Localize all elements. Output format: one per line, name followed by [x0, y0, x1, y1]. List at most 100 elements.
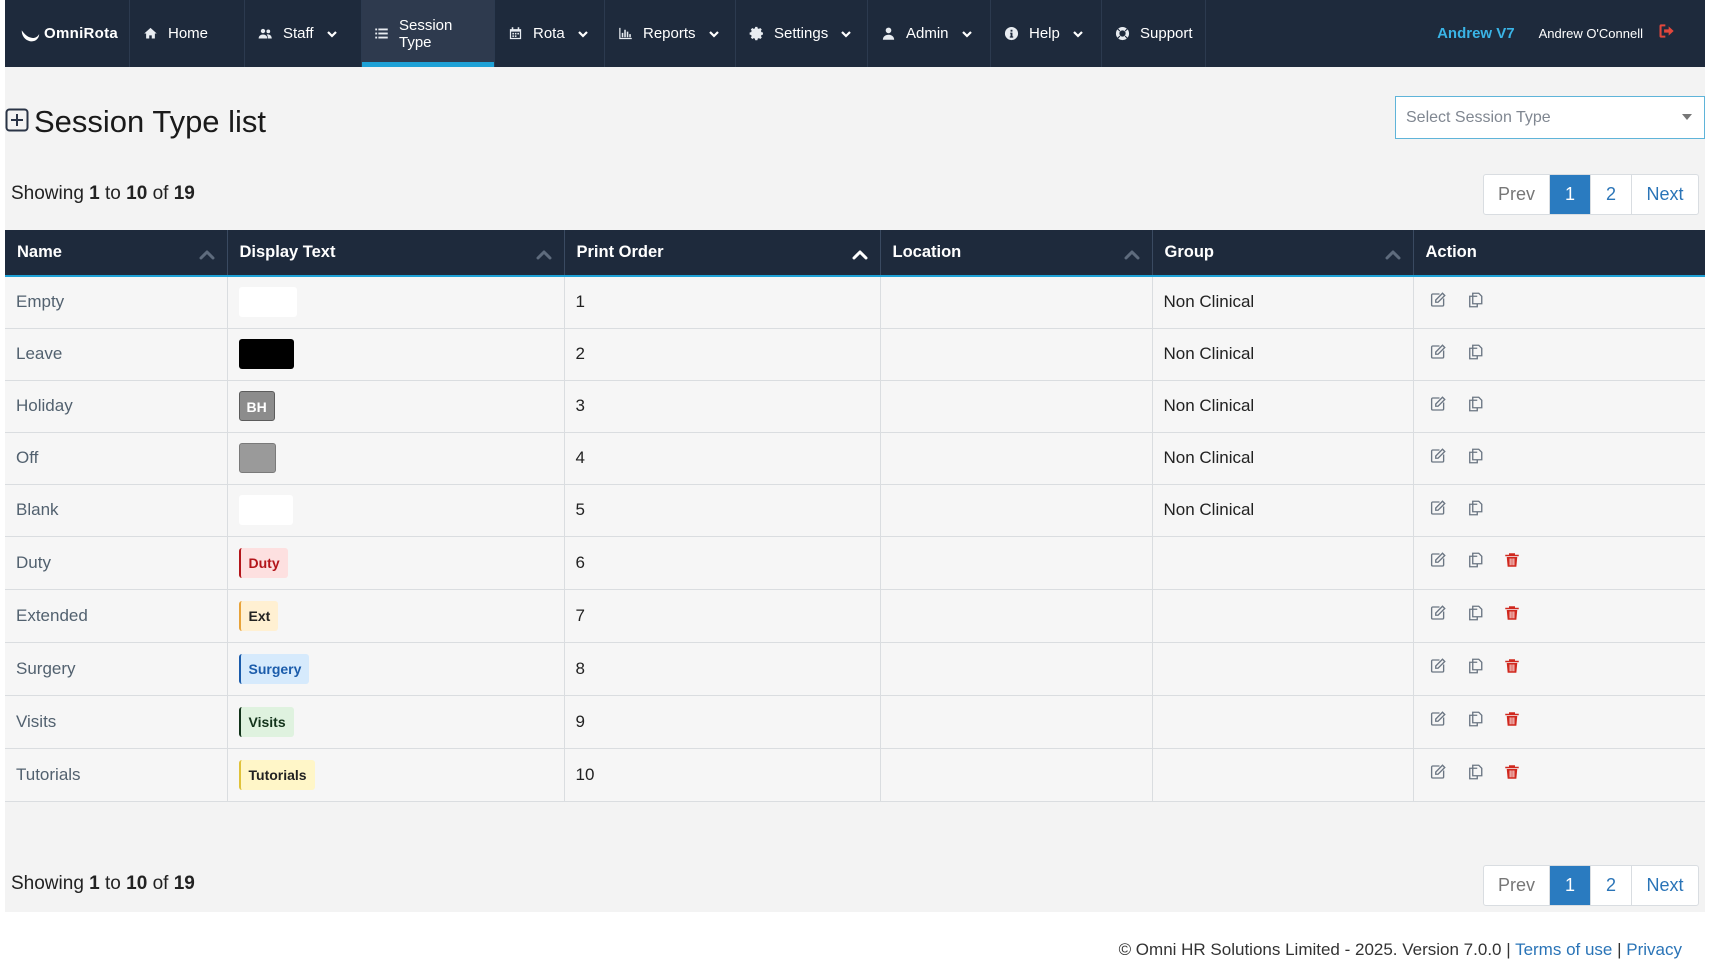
cell-name: Visits	[5, 695, 228, 749]
of-word: of	[152, 183, 169, 204]
page-1-button[interactable]: 1	[1549, 866, 1590, 905]
nav-item-home[interactable]: Home	[130, 0, 245, 67]
trash-icon[interactable]	[1503, 657, 1521, 680]
trash-icon[interactable]	[1503, 710, 1521, 733]
nav-menu: Home Staff Session Type Rota Reports Settings…	[130, 0, 1206, 67]
prev-page-button[interactable]: Prev	[1484, 175, 1549, 214]
pagination-top: Prev 1 2 Next	[1483, 174, 1699, 215]
brand-logo[interactable]: OmniRota	[5, 0, 130, 67]
cell-name: Surgery	[5, 642, 228, 696]
col-name-header[interactable]: Name	[5, 230, 228, 277]
table-body: Empty 1 Non Clinical Leave 2 Non Clinical Holi…	[5, 276, 1706, 802]
edit-icon[interactable]	[1429, 710, 1447, 733]
table-row[interactable]: Surgery Surgery 8	[5, 642, 1705, 696]
showing-label: Showing	[11, 873, 84, 894]
table-row[interactable]: Holiday BH 3 Non Clinical	[5, 380, 1706, 433]
cell-location	[880, 536, 1153, 590]
copy-icon[interactable]	[1466, 343, 1484, 366]
terms-link[interactable]: Terms of use	[1515, 940, 1612, 959]
table-row[interactable]: Off 4 Non Clinical	[5, 432, 1705, 485]
trash-icon[interactable]	[1503, 763, 1521, 786]
copy-icon[interactable]	[1466, 551, 1484, 574]
cell-display-text	[227, 328, 565, 381]
display-chip	[238, 339, 294, 369]
table-row[interactable]: Visits Visits 9	[5, 695, 1705, 749]
nav-item-staff[interactable]: Staff	[245, 0, 362, 67]
nav-item-rota[interactable]: Rota	[495, 0, 605, 67]
sort-icon[interactable]	[199, 246, 215, 260]
row-actions	[1425, 395, 1706, 418]
privacy-link[interactable]: Privacy	[1626, 940, 1682, 959]
edit-icon[interactable]	[1429, 604, 1447, 627]
nav-item-label: Help	[1029, 25, 1060, 42]
nav-item-label: Home	[168, 25, 209, 42]
nav-item-support[interactable]: Support	[1102, 0, 1206, 67]
edit-icon[interactable]	[1429, 395, 1447, 418]
sort-icon[interactable]	[1385, 246, 1401, 260]
cell-group	[1152, 642, 1414, 696]
copy-icon[interactable]	[1466, 291, 1484, 314]
prev-page-button[interactable]: Prev	[1484, 866, 1549, 905]
trash-icon[interactable]	[1503, 551, 1521, 574]
table-row[interactable]: Blank 5 Non Clinical	[5, 484, 1705, 537]
user-name[interactable]: Andrew O'Connell	[1539, 26, 1643, 41]
copy-icon[interactable]	[1466, 604, 1484, 627]
nav-item-admin[interactable]: Admin	[868, 0, 991, 67]
pagination-bottom: Prev 1 2 Next	[1483, 865, 1699, 906]
cell-location	[880, 276, 1153, 329]
copy-icon[interactable]	[1466, 395, 1484, 418]
nav-item-session-type[interactable]: Session Type	[362, 0, 495, 67]
nav-item-help[interactable]: Help	[991, 0, 1102, 67]
cell-print-order: 5	[564, 484, 881, 537]
copy-icon[interactable]	[1466, 763, 1484, 786]
cell-display-text: Tutorials	[227, 748, 565, 802]
add-session-type-button[interactable]	[5, 108, 29, 137]
chevron-down-icon	[326, 28, 338, 40]
table-row[interactable]: Empty 1 Non Clinical	[5, 276, 1705, 329]
page-header: Session Type list	[5, 104, 266, 140]
next-page-button[interactable]: Next	[1631, 175, 1698, 214]
table-row[interactable]: Leave 2 Non Clinical	[5, 328, 1705, 381]
cell-group	[1152, 589, 1414, 643]
cell-display-text	[227, 432, 565, 485]
logout-button[interactable]	[1657, 21, 1677, 46]
col-location-header[interactable]: Location	[880, 230, 1153, 277]
sort-icon[interactable]	[536, 246, 552, 260]
table-row[interactable]: Tutorials Tutorials 10	[5, 748, 1705, 802]
display-chip	[238, 443, 276, 473]
col-display-text-header[interactable]: Display Text	[227, 230, 565, 277]
copy-icon[interactable]	[1466, 657, 1484, 680]
lifebuoy-icon	[1114, 26, 1130, 42]
page-2-button[interactable]: 2	[1590, 175, 1631, 214]
cell-name: Extended	[5, 589, 228, 643]
edit-icon[interactable]	[1429, 291, 1447, 314]
nav-item-settings[interactable]: Settings	[736, 0, 868, 67]
edit-icon[interactable]	[1429, 551, 1447, 574]
table-row[interactable]: Extended Ext 7	[5, 589, 1705, 643]
edit-icon[interactable]	[1429, 657, 1447, 680]
trash-icon[interactable]	[1503, 604, 1521, 627]
edit-icon[interactable]	[1429, 499, 1447, 522]
col-group-header[interactable]: Group	[1152, 230, 1414, 277]
cell-action	[1413, 432, 1705, 485]
table-row[interactable]: Duty Duty 6	[5, 536, 1705, 590]
sort-icon[interactable]	[1124, 246, 1140, 260]
cell-action	[1413, 748, 1705, 802]
edit-icon[interactable]	[1429, 763, 1447, 786]
users-icon	[257, 26, 273, 42]
edit-icon[interactable]	[1429, 447, 1447, 470]
version-badge[interactable]: Andrew V7	[1437, 25, 1515, 42]
sort-active-icon[interactable]	[852, 246, 868, 260]
col-print-order-header[interactable]: Print Order	[564, 230, 881, 277]
next-page-button[interactable]: Next	[1631, 866, 1698, 905]
page-2-button[interactable]: 2	[1590, 866, 1631, 905]
page-1-button[interactable]: 1	[1549, 175, 1590, 214]
session-type-select[interactable]: Select Session Type	[1395, 96, 1705, 139]
copy-icon[interactable]	[1466, 447, 1484, 470]
nav-item-reports[interactable]: Reports	[605, 0, 736, 67]
copy-icon[interactable]	[1466, 710, 1484, 733]
cell-group: Non Clinical	[1152, 328, 1414, 381]
edit-icon[interactable]	[1429, 343, 1447, 366]
copy-icon[interactable]	[1466, 499, 1484, 522]
nav-item-label: Staff	[283, 25, 314, 42]
